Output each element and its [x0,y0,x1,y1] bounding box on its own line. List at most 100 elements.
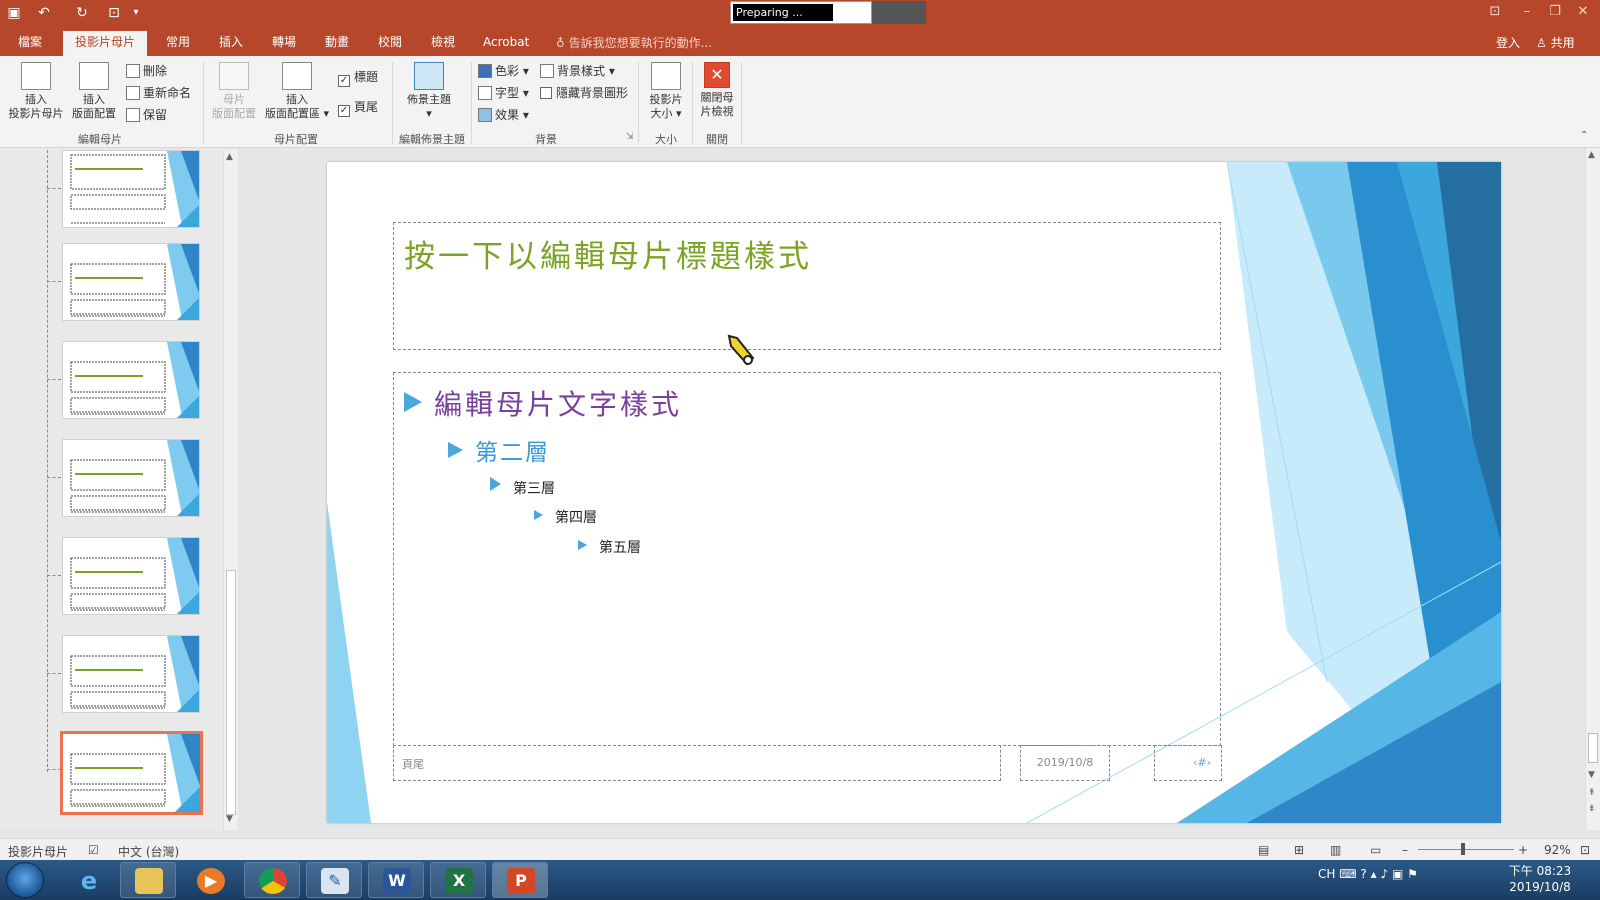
layout-thumbnail[interactable] [60,731,203,815]
layout-thumbnail[interactable] [62,439,200,517]
colors-button[interactable]: 色彩 ▾ [478,62,529,79]
layout-thumbnail[interactable] [62,243,200,321]
tab-slide-master[interactable]: 投影片母片 [63,31,148,56]
language-indicator[interactable]: 中文 (台灣) [118,843,179,860]
save-icon[interactable]: ▣ [4,3,24,23]
taskbar-media-player[interactable]: ▶ [182,862,238,898]
text-level-4[interactable]: 第四層 [534,507,597,527]
thumbnail-scroll-thumb[interactable] [226,570,236,815]
slide-scrollbar[interactable]: ▲ ▼ ⇞ ⇟ [1585,148,1600,830]
tab-transitions[interactable]: 轉場 [264,31,304,56]
preserve-button[interactable]: 保留 [126,106,167,123]
layout-thumbnail[interactable] [62,635,200,713]
thumbnail-scrollbar[interactable]: ▲ ▼ [223,150,238,830]
scroll-up-icon[interactable]: ▲ [1588,150,1595,160]
master-title-text[interactable]: 按一下以編輯母片標題樣式 [404,231,812,276]
master-layout-button[interactable]: 母片 版面配置 [208,62,260,121]
tab-view[interactable]: 檢視 [423,31,463,56]
taskbar-excel[interactable]: X [430,862,486,898]
zoom-level[interactable]: 92% [1544,843,1571,857]
slide-scroll-thumb[interactable] [1588,733,1598,763]
redo-icon[interactable]: ↻ [72,3,92,23]
tray-expand-icon[interactable]: ▴ [1371,867,1377,881]
zoom-slider[interactable] [1418,849,1514,850]
restore-button[interactable]: ❐ [1542,2,1568,22]
title-placeholder[interactable]: 按一下以編輯母片標題樣式 [393,222,1221,350]
text-level-2[interactable]: 第二層 [448,433,550,467]
tell-me-box[interactable]: ♁ 告訴我您想要執行的動作... [556,34,712,51]
slide-size-button[interactable]: 投影片 大小 ▾ [642,62,690,121]
view-name: 投影片母片 [8,845,69,859]
layout-thumbnail[interactable] [62,341,200,419]
background-styles-button[interactable]: 背景樣式 ▾ [540,62,615,79]
rename-button[interactable]: 重新命名 [126,84,191,101]
layout-thumbnail[interactable] [62,150,200,228]
keyboard-icon[interactable]: ⌨ [1339,867,1356,881]
zoom-in-icon[interactable]: + [1518,843,1528,857]
footer-placeholder[interactable]: 頁尾 [393,745,1001,781]
slideshow-icon[interactable]: ▭ [1370,843,1381,857]
insert-placeholder-button[interactable]: 插入 版面配置區 ▾ [262,62,332,121]
previous-slide-icon[interactable]: ⇞ [1588,788,1596,798]
fonts-button[interactable]: 字型 ▾ [478,84,529,101]
effects-button[interactable]: 效果 ▾ [478,106,529,123]
close-button[interactable]: ✕ [1570,2,1596,22]
slide-sorter-icon[interactable]: ⊞ [1294,843,1304,857]
slide-number-placeholder[interactable]: ‹#› [1154,745,1222,781]
taskbar-powerpoint[interactable]: P [492,862,548,898]
text-level-5[interactable]: 第五層 [578,537,641,557]
normal-view-icon[interactable]: ▤ [1258,843,1269,857]
text-level-3[interactable]: 第三層 [490,477,555,498]
scroll-up-icon[interactable]: ▲ [226,152,233,162]
body-placeholder[interactable]: 編輯母片文字樣式 第二層 第三層 第四層 第五層 [393,372,1221,746]
delete-button[interactable]: 刪除 [126,62,167,79]
scroll-down-icon[interactable]: ▼ [1588,770,1595,780]
fit-to-window-icon[interactable]: ⊡ [1580,843,1590,857]
tab-file[interactable]: 檔案 [10,31,50,56]
start-from-beginning-icon[interactable]: ⊡ [104,3,124,23]
tab-home[interactable]: 常用 [158,31,198,56]
slide-canvas[interactable]: 按一下以編輯母片標題樣式 編輯母片文字樣式 第二層 第三層 第四層 第五層 頁尾… [327,162,1501,823]
taskbar-explorer[interactable] [120,862,176,898]
share-button[interactable]: ♙ 共用 [1536,34,1575,51]
layout-thumbnail[interactable] [62,537,200,615]
taskbar-ie[interactable]: e [60,862,116,898]
minimize-button[interactable]: – [1514,2,1540,22]
clock[interactable]: 下午 08:23 2019/10/8 [1500,863,1580,895]
help-icon[interactable]: ? [1360,867,1366,881]
hide-background-checkbox[interactable]: 隱藏背景圖形 [540,84,628,101]
zoom-slider-handle[interactable] [1461,843,1465,855]
background-dialog-launcher-icon[interactable]: ⇲ [626,132,634,142]
themes-button[interactable]: 佈景主題 ▾ [400,62,458,121]
network-icon[interactable]: ▣ [1392,867,1403,881]
spell-check-icon[interactable]: ☑ [88,843,99,857]
customize-qat-icon[interactable]: ▾ [126,3,146,23]
tab-acrobat[interactable]: Acrobat [475,31,537,56]
flag-icon[interactable]: ⚑ [1407,867,1418,881]
insert-slide-master-button[interactable]: 插入 投影片母片 [6,62,66,121]
taskbar-annotate[interactable]: ✎ [306,862,362,898]
text-level-1[interactable]: 編輯母片文字樣式 [404,383,682,423]
close-master-view-button[interactable]: ✕ 關閉母 片檢視 [694,62,740,119]
ime-indicator[interactable]: CH [1318,867,1335,881]
reading-view-icon[interactable]: ▥ [1330,843,1341,857]
next-slide-icon[interactable]: ⇟ [1588,804,1596,814]
preparing-text: Preparing ... [733,4,833,21]
zoom-out-icon[interactable]: – [1402,843,1408,857]
insert-layout-button[interactable]: 插入 版面配置 [68,62,120,121]
scroll-down-icon[interactable]: ▼ [226,814,233,824]
footer-checkbox[interactable]: ✓ 頁尾 [338,98,378,117]
volume-icon[interactable]: ♪ [1380,867,1388,881]
taskbar-word[interactable]: W [368,862,424,898]
tab-animations[interactable]: 動畫 [317,31,357,56]
title-checkbox[interactable]: ✓ 標題 [338,68,378,87]
sign-in-link[interactable]: 登入 [1496,34,1520,51]
date-placeholder[interactable]: 2019/10/8 [1020,745,1110,781]
collapse-ribbon-icon[interactable]: ⌃ [1580,130,1588,141]
undo-icon[interactable]: ↶ [34,3,54,23]
tab-insert[interactable]: 插入 [211,31,251,56]
taskbar-chrome[interactable] [244,862,300,898]
ribbon-display-icon[interactable]: ⊡ [1482,2,1508,22]
start-button[interactable] [6,862,44,898]
tab-review[interactable]: 校閱 [370,31,410,56]
